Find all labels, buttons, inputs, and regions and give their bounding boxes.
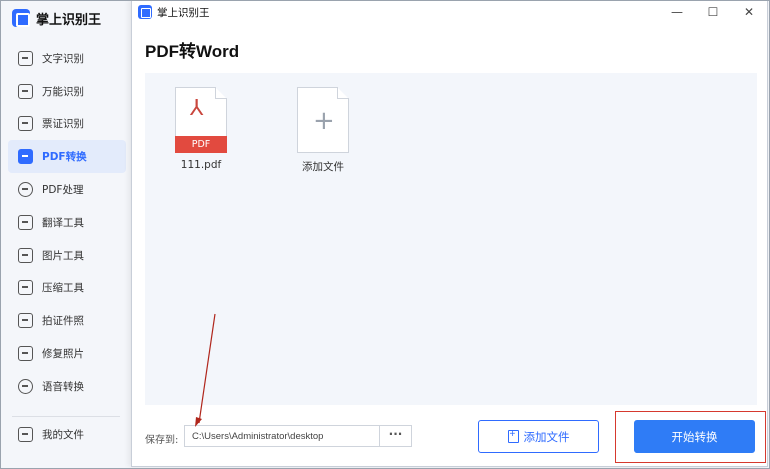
dialog-logo-icon xyxy=(138,5,152,19)
maximize-button[interactable]: ☐ xyxy=(695,1,731,23)
pdf-to-word-dialog: 掌上识别王 — ☐ ✕ PDF转Word ⅄ PDF 111.pdf + 添加文… xyxy=(131,0,768,467)
sidebar-item-label: 票证识别 xyxy=(42,118,84,131)
sidebar-item-label: 文字识别 xyxy=(42,52,84,65)
add-file-icon: + xyxy=(297,87,349,153)
app-title: 掌上识别王 xyxy=(36,12,102,28)
sidebar-item-image-tools[interactable]: 图片工具 xyxy=(8,239,126,272)
add-file-tile-label: 添加文件 xyxy=(302,161,344,173)
add-file-small-icon xyxy=(507,429,519,443)
ticket-icon xyxy=(18,116,33,132)
file-item[interactable]: ⅄ PDF 111.pdf xyxy=(165,87,237,171)
file-name: 111.pdf xyxy=(180,159,222,171)
window-controls: — ☐ ✕ xyxy=(659,1,767,23)
plus-icon: + xyxy=(313,106,335,136)
add-file-button[interactable]: 添加文件 xyxy=(478,420,599,453)
sidebar-item-compress[interactable]: 压缩工具 xyxy=(8,272,126,305)
sidebar: 文字识别 万能识别 票证识别 PDF转换 PDF处理 翻译工具 图片工具 压缩工… xyxy=(8,42,126,403)
sidebar-item-repair-photo[interactable]: 修复照片 xyxy=(8,337,126,370)
my-files-link[interactable]: 我的文件 xyxy=(18,427,84,442)
app-logo-icon xyxy=(12,9,30,27)
browse-button[interactable]: ··· xyxy=(379,426,411,446)
sidebar-item-label: PDF处理 xyxy=(42,184,84,197)
start-convert-button[interactable]: 开始转换 xyxy=(634,420,755,453)
sidebar-item-label: 翻译工具 xyxy=(42,216,84,229)
sidebar-item-id-photo[interactable]: 拍证件照 xyxy=(8,304,126,337)
sidebar-item-label: 拍证件照 xyxy=(42,315,84,328)
save-to-label: 保存到: xyxy=(145,435,179,446)
image-icon xyxy=(18,247,33,263)
pdf-badge: PDF xyxy=(175,136,227,153)
pdf-file-icon: ⅄ PDF xyxy=(175,87,227,153)
sidebar-item-label: 图片工具 xyxy=(42,249,84,262)
folder-icon xyxy=(18,427,33,442)
repair-photo-icon xyxy=(18,346,33,362)
add-file-button-label: 添加文件 xyxy=(523,431,570,444)
save-path-field[interactable]: C:\Users\Administrator\desktop ··· xyxy=(184,425,412,447)
file-drop-area[interactable]: ⅄ PDF 111.pdf + 添加文件 xyxy=(145,73,757,405)
dialog-titlebar[interactable]: 掌上识别王 — ☐ ✕ xyxy=(132,1,767,23)
save-path-input[interactable]: C:\Users\Administrator\desktop xyxy=(185,431,379,442)
voice-icon xyxy=(18,378,33,394)
pdf-process-icon xyxy=(18,182,33,198)
my-files-label: 我的文件 xyxy=(42,429,84,441)
camera-icon xyxy=(18,83,33,99)
sidebar-item-label: PDF转换 xyxy=(42,151,87,164)
acrobat-icon: ⅄ xyxy=(190,96,204,121)
add-file-tile[interactable]: + 添加文件 xyxy=(287,87,359,174)
dialog-title: 掌上识别王 xyxy=(157,6,210,19)
sidebar-divider xyxy=(12,416,120,417)
sidebar-item-universal-recognition[interactable]: 万能识别 xyxy=(8,75,126,108)
page-title: PDF转Word xyxy=(145,42,240,61)
pdf-convert-icon xyxy=(18,149,33,165)
sidebar-item-label: 压缩工具 xyxy=(42,282,84,295)
close-button[interactable]: ✕ xyxy=(731,1,767,23)
minimize-button[interactable]: — xyxy=(659,1,695,23)
id-photo-icon xyxy=(18,313,33,329)
app-header: 掌上识别王 xyxy=(12,8,101,28)
sidebar-item-ticket-recognition[interactable]: 票证识别 xyxy=(8,108,126,141)
sidebar-item-voice-convert[interactable]: 语音转换 xyxy=(8,370,126,403)
sidebar-item-pdf-process[interactable]: PDF处理 xyxy=(8,173,126,206)
sidebar-item-pdf-convert[interactable]: PDF转换 xyxy=(8,140,126,174)
translate-icon xyxy=(18,214,33,230)
sidebar-item-translate[interactable]: 翻译工具 xyxy=(8,206,126,239)
compress-icon xyxy=(18,280,33,296)
text-recognition-icon xyxy=(18,50,33,66)
sidebar-item-text-recognition[interactable]: 文字识别 xyxy=(8,42,126,75)
sidebar-item-label: 修复照片 xyxy=(42,348,84,361)
sidebar-item-label: 语音转换 xyxy=(42,380,84,393)
sidebar-item-label: 万能识别 xyxy=(42,85,84,98)
